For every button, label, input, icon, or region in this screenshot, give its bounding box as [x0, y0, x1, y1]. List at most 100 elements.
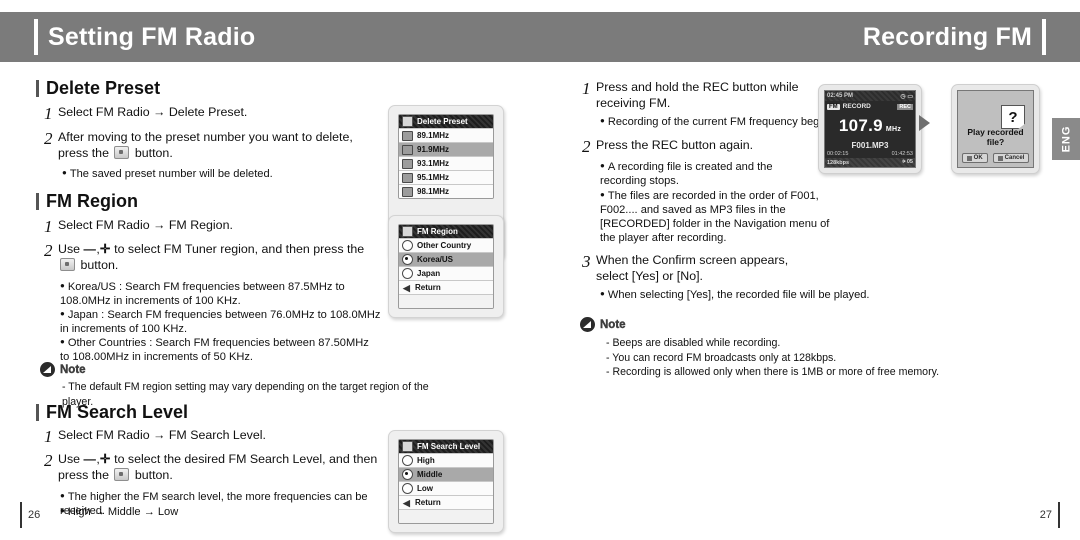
header-left-rule — [34, 19, 38, 55]
step-number: 2 — [582, 137, 591, 156]
record-label: RECORD — [842, 103, 871, 110]
step-text: After moving to the preset number you wa… — [58, 130, 353, 161]
ok-icon — [966, 155, 972, 161]
bullet-dot-icon: ● — [60, 506, 65, 515]
bullet-text: A recording file is created and the reco… — [600, 161, 773, 187]
bullet-text: Other Countries : Search FM frequencies … — [60, 337, 369, 363]
heading-tick — [36, 80, 39, 97]
bullet-dot-icon: ● — [600, 190, 605, 199]
bullet-dot-icon: ● — [60, 281, 65, 290]
ok-button[interactable]: OK — [961, 153, 988, 163]
minus-icon: — — [83, 452, 97, 466]
menu-item-label: Return — [415, 283, 441, 292]
recording-device-figure: 02:45 PM ◷ ▭ FM RECORD REC 107.9 MHz F001… — [818, 84, 1040, 174]
station-icon — [402, 158, 413, 169]
minus-icon: — — [83, 242, 97, 256]
step-fm-region-2: 2 Use —,✛ to select FM Tuner region, and… — [44, 242, 394, 273]
menu-item-label: Middle — [417, 470, 443, 479]
menu-item-label: 91.9MHz — [417, 145, 450, 154]
language-tab-eng[interactable]: ENG — [1052, 118, 1080, 160]
menu-item[interactable]: Other Country — [399, 238, 493, 252]
header-right-title: Recording FM — [862, 23, 1032, 51]
step-number: 1 — [44, 104, 53, 123]
bullet-dot-icon: ● — [62, 168, 67, 177]
frequency-value: 107.9 — [838, 116, 883, 135]
radio-icon — [402, 268, 413, 279]
bullet-delete-preset-1: ● The saved preset number will be deleted… — [62, 166, 382, 181]
lcd-status-icons: ◷ ▭ — [900, 93, 913, 100]
step-text: Press and hold the REC button while rece… — [596, 80, 799, 111]
menu-title-bar: FM Search Level — [399, 440, 493, 453]
section-heading-fm-region: FM Region — [36, 191, 138, 212]
cancel-button[interactable]: Cancel — [992, 153, 1030, 163]
menu-item[interactable]: High — [399, 453, 493, 467]
bullet-fm-search-2: ● High → Middle → Low — [60, 504, 400, 519]
lcd-time-bar: 00:02:15 01:42:53 — [825, 149, 915, 158]
note-line: - Recording is allowed only when there i… — [606, 366, 940, 378]
page-number-value: 26 — [28, 509, 41, 521]
back-arrow-icon: ◀ — [403, 282, 410, 293]
menu-item-selected[interactable]: Middle — [399, 467, 493, 481]
search-level-icon — [402, 441, 413, 452]
language-tab-label: ENG — [1060, 125, 1072, 153]
question-icon: ? — [1001, 105, 1025, 129]
step-text-line2-post: button. — [131, 145, 173, 160]
menu-item-selected[interactable]: 91.9MHz — [399, 142, 493, 156]
menu-item[interactable]: Japan — [399, 266, 493, 280]
step-text-post: to select the desired FM Search Level, a… — [110, 452, 378, 466]
bullet-recording-2-2: ● The files are recorded in the order of … — [600, 188, 830, 245]
menu-item-label: 89.1MHz — [417, 131, 450, 140]
delete-preset-menu-lcd: Delete Preset 89.1MHz 91.9MHz 93.1MHz 95… — [398, 114, 494, 199]
fm-tag: FM — [827, 103, 840, 110]
heading-text: Delete Preset — [46, 78, 161, 98]
step-number: 1 — [44, 217, 53, 236]
menu-item[interactable]: Low — [399, 481, 493, 495]
bullet-text: The saved preset number will be deleted. — [69, 168, 273, 180]
bullet-fm-region-1: ● Korea/US : Search FM frequencies betwee… — [60, 279, 390, 308]
bullet-recording-3-1: ● When selecting [Yes], the recorded file… — [600, 287, 890, 302]
step-text-line2-post: button. — [131, 467, 173, 482]
note-recording: Note - Beeps are disabled while recordin… — [580, 317, 980, 380]
step-recording-2: 2 Press the REC button again. — [582, 137, 822, 156]
lcd-mode-bar: FM RECORD REC — [825, 101, 915, 112]
page-rule — [20, 502, 22, 528]
menu-item-return[interactable]: ◀ Return — [399, 495, 493, 509]
menu-item[interactable]: 89.1MHz — [399, 128, 493, 142]
menu-item-label: Low — [417, 484, 433, 493]
menu-title: FM Region — [417, 227, 458, 236]
confirm-lcd: ? Play recorded file? OK Cancel — [957, 90, 1034, 168]
lcd-frequency: 107.9 MHz — [825, 116, 915, 140]
bullet-text: When selecting [Yes], the recorded file … — [607, 289, 870, 301]
bitrate-label: 128kbps — [827, 159, 850, 166]
plus-icon: ✛ — [99, 452, 111, 466]
step-text: Select FM Radio → FM Search Level. — [58, 428, 266, 442]
note-icon — [40, 362, 55, 377]
menu-item[interactable]: 98.1MHz — [399, 184, 493, 198]
step-text-line2-post: button. — [77, 257, 119, 272]
heading-text: FM Region — [46, 191, 138, 211]
station-icon — [402, 186, 413, 197]
note-header: Note — [580, 317, 980, 332]
menu-item[interactable]: 93.1MHz — [399, 156, 493, 170]
step-text-pre: Use — [58, 242, 84, 256]
page-number-left: 26 — [20, 502, 40, 528]
menu-item-selected[interactable]: Korea/US — [399, 252, 493, 266]
menu-title-bar: FM Region — [399, 225, 493, 238]
preset-icon — [402, 116, 413, 127]
step-text: Select FM Radio → Delete Preset. — [58, 105, 248, 119]
confirm-screen-panel: ? Play recorded file? OK Cancel — [951, 84, 1040, 174]
menu-item[interactable]: 95.1MHz — [399, 170, 493, 184]
note-line: - Beeps are disabled while recording. — [606, 337, 781, 349]
menu-item-return[interactable]: ◀ Return — [399, 280, 493, 294]
step-fm-search-1: 1 Select FM Radio → FM Search Level. — [44, 428, 374, 445]
bullet-dot-icon: ● — [60, 309, 65, 318]
step-delete-preset-2: 2 After moving to the preset number you … — [44, 130, 384, 161]
volume-icon: 🕩 05 — [901, 159, 913, 165]
step-text: Use —,✛ to select the desired FM Search … — [58, 452, 377, 483]
menu-item-label: High — [417, 456, 435, 465]
menu-item-empty — [399, 294, 493, 308]
radio-icon-selected — [402, 469, 413, 480]
page-rule — [1058, 502, 1060, 528]
fm-region-menu-panel: FM Region Other Country Korea/US Japan ◀… — [388, 215, 504, 318]
bullet-recording-1-1: ● Recording of the current FM frequency b… — [600, 114, 850, 129]
